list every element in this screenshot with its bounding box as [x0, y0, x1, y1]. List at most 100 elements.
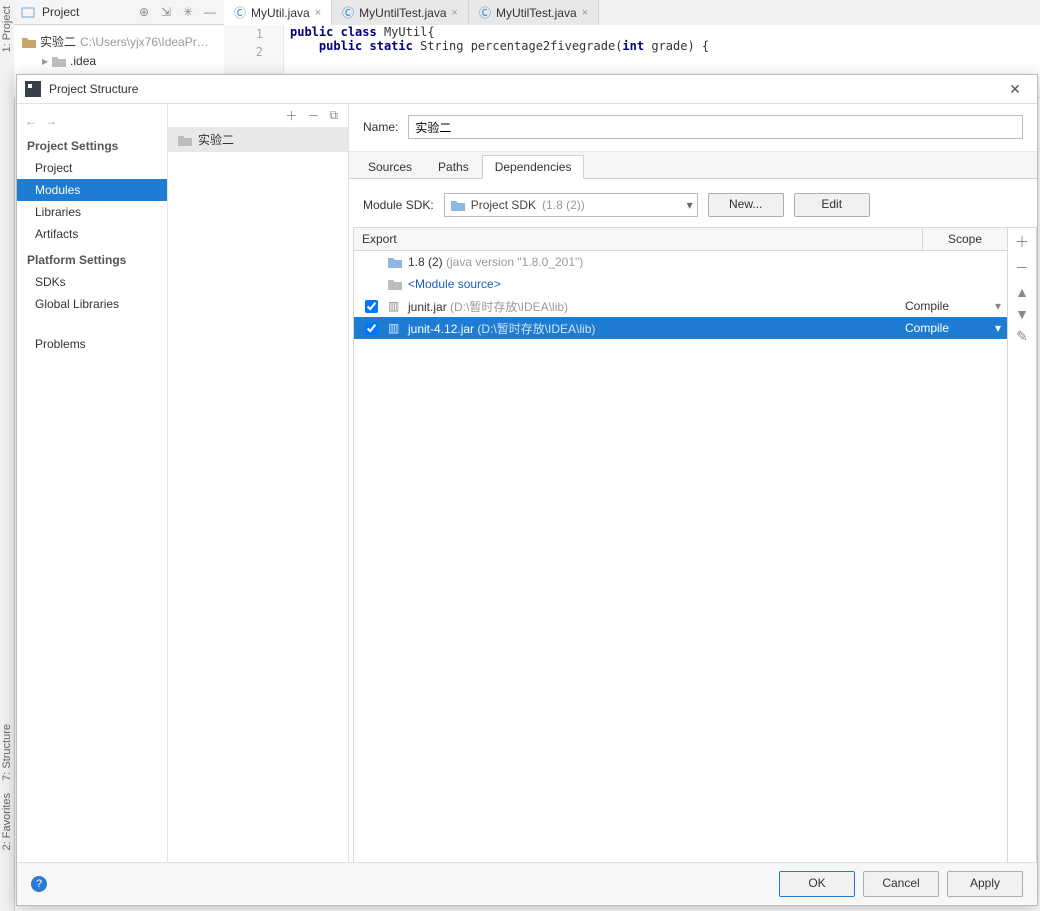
name-row: Name: — [349, 103, 1037, 151]
library-icon: ▥ — [388, 299, 402, 313]
dependencies-header: Export Scope — [354, 228, 1007, 251]
folder-icon — [22, 36, 36, 48]
dep-scope[interactable]: Compile — [905, 299, 989, 313]
nav-artifacts[interactable]: Artifacts — [17, 223, 167, 245]
export-checkbox[interactable] — [360, 297, 382, 316]
sidebar-tab-favorites[interactable]: 2: Favorites — [0, 787, 14, 856]
dep-scope[interactable]: Compile — [905, 321, 989, 335]
module-tabs: Sources Paths Dependencies — [349, 151, 1037, 179]
idea-folder-row[interactable]: ▸ .idea — [14, 52, 224, 70]
dep-row-source[interactable]: <Module source> — [354, 273, 1007, 295]
copy-icon[interactable]: ⧉ — [329, 108, 338, 123]
dialog-title: Project Structure — [49, 82, 138, 96]
close-icon[interactable]: × — [452, 7, 458, 19]
project-icon — [20, 4, 36, 20]
modules-pane: ＋ － ⧉ 实验二 — [168, 103, 349, 863]
idea-folder-label: .idea — [70, 54, 96, 68]
cancel-button[interactable]: Cancel — [863, 871, 939, 897]
back-icon[interactable]: ← — [25, 114, 37, 128]
forward-icon[interactable]: → — [45, 114, 57, 128]
file-tab-2[interactable]: Ⓒ MyUtilTest.java × — [469, 0, 599, 25]
add-icon[interactable]: ＋ — [285, 107, 297, 124]
editor-area: ⒸMyUtil.java× ⒸMyUntilTest.java× Ⓒ MyUtil… — [224, 0, 1040, 76]
dep-row-sdk[interactable]: 1.8 (2) (java version "1.8.0_201") — [354, 251, 1007, 273]
dep-text: <Module source> — [408, 277, 899, 291]
export-checkbox[interactable] — [360, 319, 382, 338]
project-structure-dialog: Project Structure ✕ ← → Project Settings… — [16, 74, 1038, 906]
class-icon: Ⓒ — [342, 4, 354, 21]
dialog-titlebar[interactable]: Project Structure ✕ — [17, 75, 1037, 104]
code-editor[interactable]: public class MyUtil{ public static Strin… — [284, 25, 1040, 76]
nav-problems[interactable]: Problems — [17, 333, 167, 355]
file-tab-1[interactable]: ⒸMyUntilTest.java× — [332, 0, 469, 25]
class-icon: Ⓒ — [234, 4, 246, 21]
add-icon[interactable]: ＋ — [1015, 232, 1029, 252]
project-path: C:\Users\yjx76\IdeaPr… — [80, 35, 209, 49]
nav-global-libraries[interactable]: Global Libraries — [17, 293, 167, 315]
collapse-icon[interactable]: ⇲ — [158, 4, 174, 20]
dep-text: 1.8 (2) (java version "1.8.0_201") — [408, 255, 899, 269]
tab-dependencies[interactable]: Dependencies — [482, 155, 585, 179]
remove-icon[interactable]: － — [1015, 258, 1029, 278]
chevron-right-icon: ▸ — [42, 54, 48, 68]
remove-icon[interactable]: － — [307, 107, 319, 124]
section-project-settings: Project Settings — [17, 131, 167, 157]
ide-window: ogs.com/EditPosts.aspx?opt=1 1: Project … — [0, 0, 1040, 911]
close-button[interactable]: ✕ — [1001, 75, 1029, 103]
file-tab-label: MyUtilTest.java — [496, 6, 577, 20]
folder-icon — [388, 256, 402, 268]
edit-sdk-button[interactable]: Edit — [794, 193, 870, 217]
nav-pane: ← → Project Settings Project Modules Lib… — [17, 103, 168, 863]
help-icon[interactable]: ? — [31, 876, 47, 892]
dialog-buttons: ? OK Cancel Apply — [17, 862, 1037, 905]
apply-button[interactable]: Apply — [947, 871, 1023, 897]
project-name: 实验二 — [40, 33, 76, 50]
line-number: 1 — [224, 25, 263, 43]
new-sdk-button[interactable]: New... — [708, 193, 784, 217]
sidebar-tab-structure[interactable]: 7: Structure — [0, 718, 14, 787]
sidebar-tab-project[interactable]: 1: Project — [0, 0, 14, 58]
hide-icon[interactable]: — — [202, 4, 218, 20]
project-root[interactable]: 实验二 C:\Users\yjx76\IdeaPr… — [14, 31, 224, 52]
gutter: 1 2 — [224, 25, 284, 76]
edit-pencil-icon[interactable]: ✎ — [1016, 328, 1028, 345]
dep-row-jar-selected[interactable]: ▥ junit-4.12.jar (D:\暂时存放\IDEA\lib) Comp… — [354, 317, 1007, 339]
module-name-input[interactable] — [408, 115, 1023, 139]
col-export[interactable]: Export — [354, 228, 922, 250]
line-number: 2 — [224, 43, 263, 61]
module-row[interactable]: 实验二 — [168, 127, 348, 152]
target-icon[interactable]: ⊕ — [136, 4, 152, 20]
project-tool-header: Project ⊕ ⇲ ✳ — — [14, 0, 224, 25]
chevron-down-icon: ▾ — [687, 198, 693, 212]
tab-sources[interactable]: Sources — [355, 155, 425, 178]
col-scope[interactable]: Scope — [922, 228, 1007, 250]
nav-libraries[interactable]: Libraries — [17, 201, 167, 223]
sdk-label: Module SDK: — [363, 198, 434, 212]
dependencies-area: Export Scope 1.8 (2) (java version "1.8.… — [353, 227, 1037, 863]
module-label: 实验二 — [198, 131, 234, 148]
dialog-body: ← → Project Settings Project Modules Lib… — [17, 103, 1037, 863]
gear-icon[interactable]: ✳ — [180, 4, 196, 20]
folder-icon — [52, 55, 66, 67]
nav-sdks[interactable]: SDKs — [17, 271, 167, 293]
class-icon: Ⓒ — [479, 4, 491, 21]
nav-project[interactable]: Project — [17, 157, 167, 179]
ok-button[interactable]: OK — [779, 871, 855, 897]
nav-modules[interactable]: Modules — [17, 179, 167, 201]
project-label: Project — [42, 5, 79, 19]
dep-row-jar[interactable]: ▥ junit.jar (D:\暂时存放\IDEA\lib) Compile ▾ — [354, 295, 1007, 317]
move-down-icon[interactable]: ▼ — [1015, 306, 1029, 322]
close-icon[interactable]: × — [315, 7, 321, 19]
sdk-value: Project SDK — [471, 198, 536, 212]
chevron-down-icon: ▾ — [995, 299, 1007, 313]
nav-history: ← → — [17, 111, 167, 131]
file-tab-0[interactable]: ⒸMyUtil.java× — [224, 0, 332, 25]
dep-text: junit.jar (D:\暂时存放\IDEA\lib) — [408, 298, 899, 315]
move-up-icon[interactable]: ▲ — [1015, 284, 1029, 300]
folder-icon — [388, 278, 402, 290]
close-icon[interactable]: × — [582, 7, 588, 19]
left-gutter: 1: Project 7: Structure 2: Favorites — [0, 0, 15, 911]
section-platform-settings: Platform Settings — [17, 245, 167, 271]
sdk-combo[interactable]: Project SDK (1.8 (2)) ▾ — [444, 193, 698, 217]
tab-paths[interactable]: Paths — [425, 155, 482, 178]
